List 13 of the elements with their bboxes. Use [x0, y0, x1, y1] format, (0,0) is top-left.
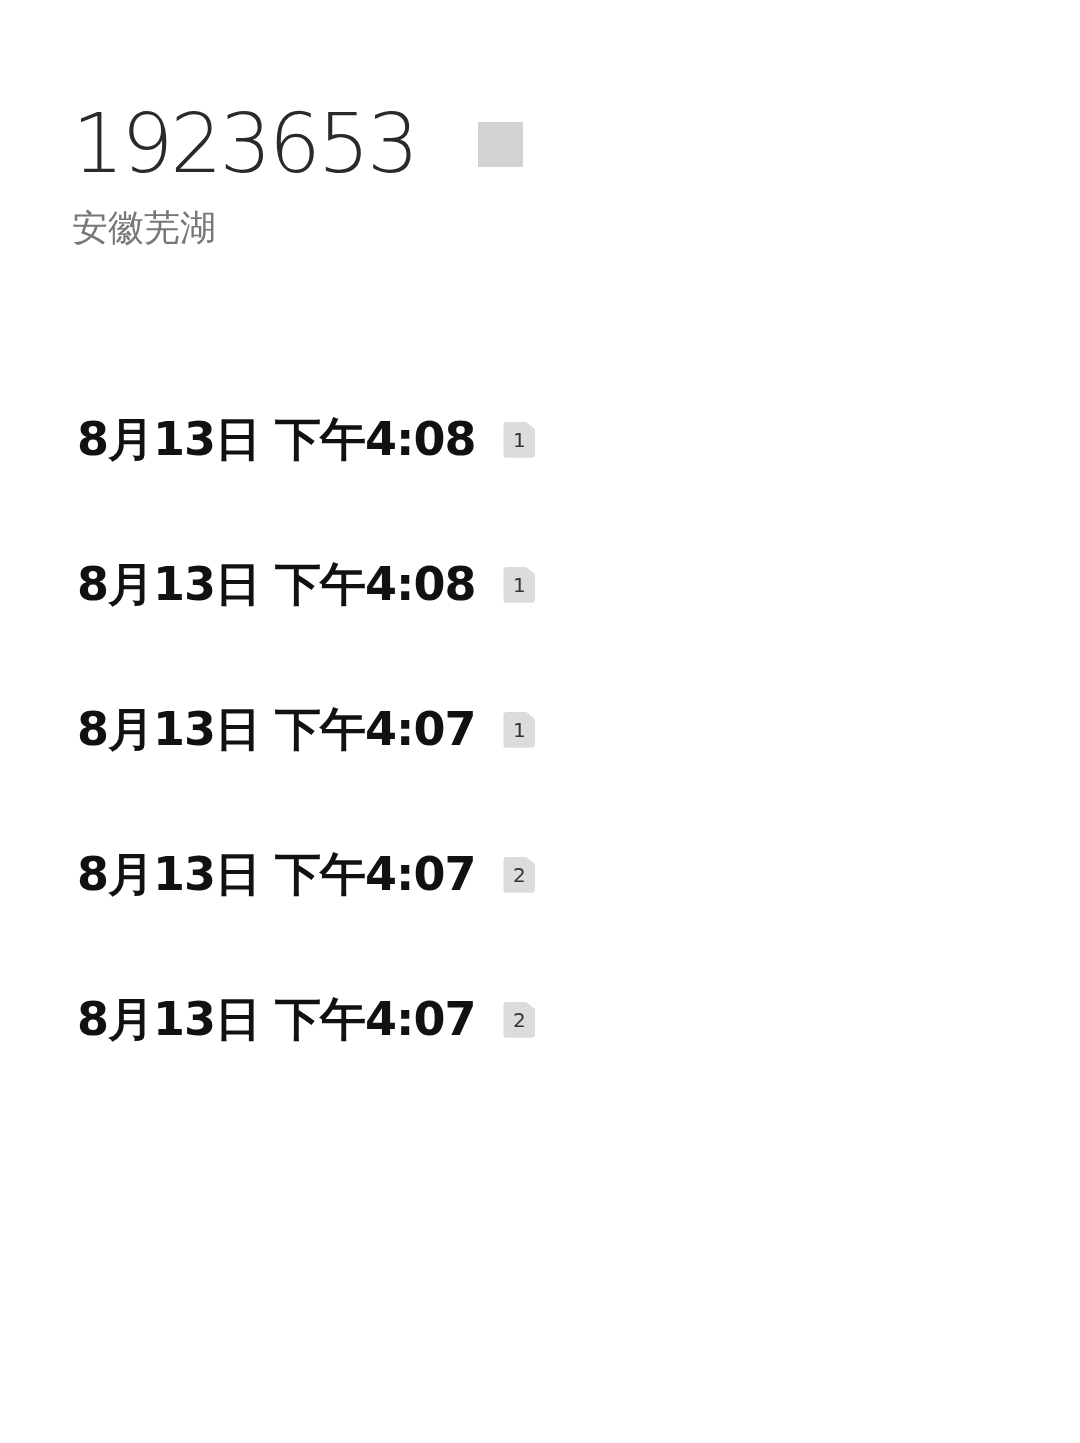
redaction-block: [478, 121, 524, 167]
sim-card-icon: 1: [503, 711, 536, 748]
call-time: 8月13日 下午4:08: [77, 410, 476, 468]
call-time: 8月13日 下午4:07: [77, 700, 476, 758]
call-time: 8月13日 下午4:08: [77, 555, 476, 613]
sim-card-icon: 1: [503, 566, 536, 603]
call-time: 8月13日 下午4:07: [77, 845, 476, 903]
call-time: 8月13日 下午4:07: [77, 990, 476, 1048]
phone-number: 1923653: [72, 103, 417, 185]
sim-card-icon: 1: [503, 421, 536, 458]
caller-location: 安徽芜湖: [72, 206, 217, 250]
sim-card-icon: 2: [503, 856, 536, 893]
sim-card-icon: 2: [503, 1001, 536, 1038]
